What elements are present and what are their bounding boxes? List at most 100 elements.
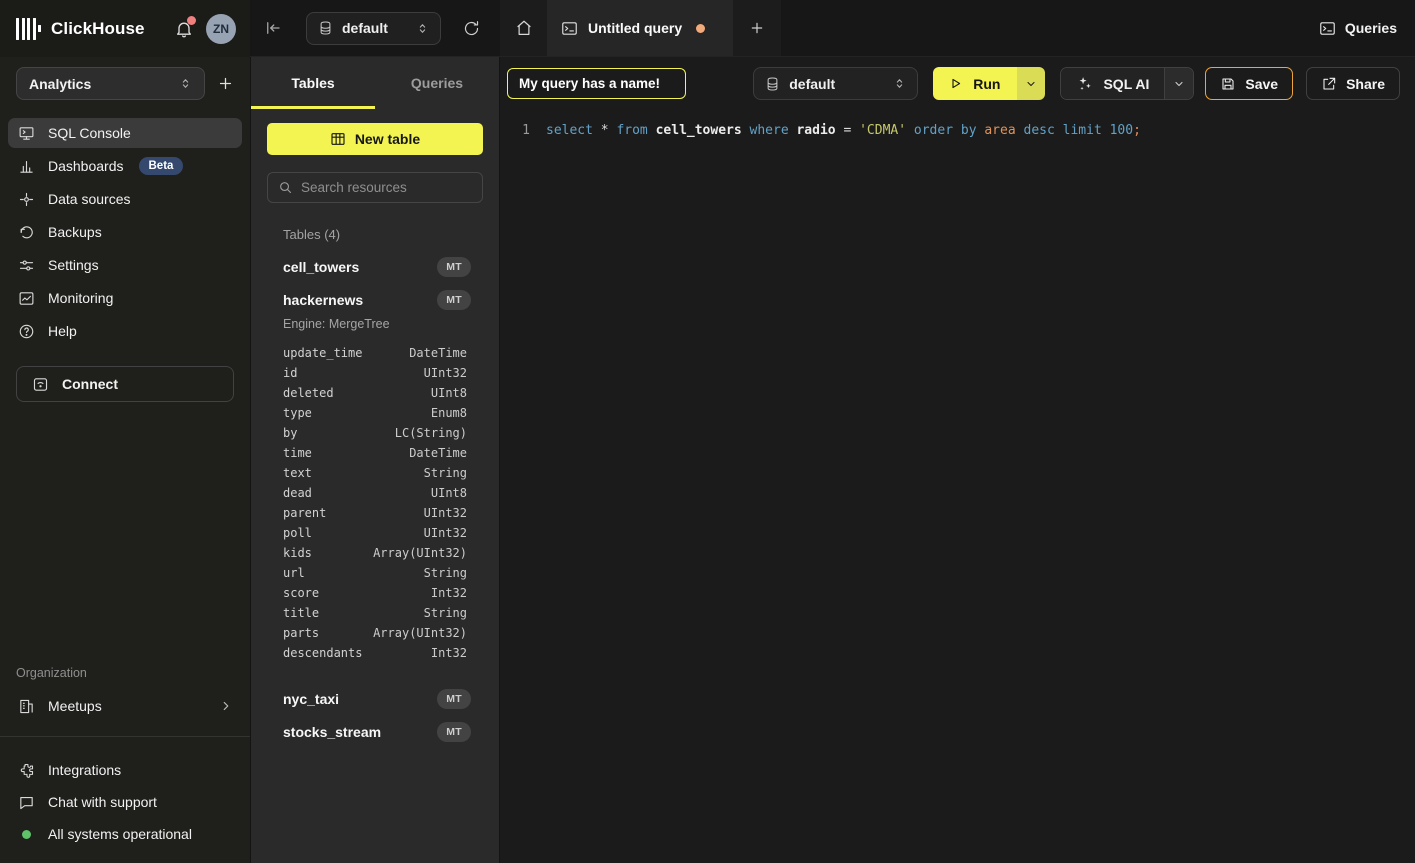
table-row-nyc_taxi[interactable]: nyc_taxiMT xyxy=(267,682,483,715)
refresh-button[interactable] xyxy=(463,20,480,37)
collapse-panel-button[interactable] xyxy=(264,19,282,37)
avatar[interactable]: ZN xyxy=(206,14,236,44)
sidebar-item-dashboards[interactable]: DashboardsBeta xyxy=(8,151,242,181)
table-name: cell_towers xyxy=(283,259,359,275)
table-engine: Engine: MergeTree xyxy=(267,317,483,331)
search-resources-box[interactable] xyxy=(267,172,483,203)
tab-queries[interactable]: Queries xyxy=(375,57,499,109)
column-row[interactable]: idUInt32 xyxy=(267,363,483,383)
table-row-hackernews[interactable]: hackernewsMT xyxy=(267,283,483,316)
sidebar-item-help[interactable]: Help xyxy=(8,316,242,346)
sidebar-item-sql-console[interactable]: SQL Console xyxy=(8,118,242,148)
column-row[interactable]: typeEnum8 xyxy=(267,403,483,423)
explorer-tabs: Tables Queries xyxy=(251,57,499,109)
column-row[interactable]: pollUInt32 xyxy=(267,523,483,543)
code-line: 1 select * from cell_towers where radio … xyxy=(500,121,1415,140)
sidebar-item-settings[interactable]: Settings xyxy=(8,250,242,280)
table-row-stocks_stream[interactable]: stocks_streamMT xyxy=(267,715,483,748)
sql-token: from xyxy=(616,123,647,138)
notifications-button[interactable] xyxy=(174,19,194,39)
sidebar-item-meetups[interactable]: Meetups xyxy=(8,690,242,722)
sidebar-footer-label: Chat with support xyxy=(48,794,157,810)
table-name: stocks_stream xyxy=(283,724,381,740)
add-workspace-button[interactable] xyxy=(217,75,234,92)
share-button[interactable]: Share xyxy=(1306,67,1400,100)
arrow-to-start-icon xyxy=(264,19,282,37)
run-options-button[interactable] xyxy=(1017,67,1045,100)
sql-token: desc xyxy=(1024,123,1055,138)
new-tab-button[interactable] xyxy=(733,0,781,56)
sql-token: 100 xyxy=(1110,123,1133,138)
header-mid: default xyxy=(250,0,500,57)
new-table-button[interactable]: New table xyxy=(267,123,483,155)
service-selector[interactable]: default xyxy=(306,12,441,45)
app-window: ClickHouse ZN default xyxy=(0,0,1415,863)
sql-ai-label: SQL AI xyxy=(1103,76,1149,92)
column-row[interactable]: partsArray(UInt32) xyxy=(267,623,483,643)
column-name: dead xyxy=(283,486,312,500)
tab-untitled-query[interactable]: Untitled query xyxy=(547,0,733,56)
sql-ai-button[interactable]: SQL AI xyxy=(1061,68,1164,99)
column-row[interactable]: kidsArray(UInt32) xyxy=(267,543,483,563)
workspace-selector[interactable]: Analytics xyxy=(16,67,205,100)
resource-explorer: Tables Queries New table Tables (4) cell… xyxy=(250,57,500,863)
table-row-cell_towers[interactable]: cell_towersMT xyxy=(267,250,483,283)
column-row[interactable]: byLC(String) xyxy=(267,423,483,443)
monitor-icon xyxy=(17,124,35,142)
building-icon xyxy=(17,697,35,715)
chevron-updown-icon xyxy=(416,21,429,36)
column-name: url xyxy=(283,566,305,580)
terminal-icon xyxy=(561,20,578,37)
column-row[interactable]: deadUInt8 xyxy=(267,483,483,503)
sql-token: = xyxy=(836,123,859,138)
sql-token: area xyxy=(984,123,1015,138)
sql-editor[interactable]: 1 select * from cell_towers where radio … xyxy=(500,110,1415,863)
bar-chart-icon xyxy=(17,157,35,175)
query-name-input[interactable] xyxy=(507,68,686,99)
column-row[interactable]: timeDateTime xyxy=(267,443,483,463)
queries-button[interactable]: Queries xyxy=(1301,0,1415,56)
sql-token: order xyxy=(914,123,953,138)
sql-token: limit xyxy=(1063,123,1102,138)
sql-token: radio xyxy=(796,123,835,138)
column-row[interactable]: parentUInt32 xyxy=(267,503,483,523)
sidebar-item-label: Settings xyxy=(48,257,99,273)
sql-token xyxy=(593,123,601,138)
column-row[interactable]: scoreInt32 xyxy=(267,583,483,603)
column-row[interactable]: update_timeDateTime xyxy=(267,343,483,363)
home-button[interactable] xyxy=(500,0,547,56)
database-selector[interactable]: default xyxy=(753,67,918,100)
sql-token: cell_towers xyxy=(656,123,742,138)
run-button[interactable]: Run xyxy=(933,67,1017,100)
column-row[interactable]: descendantsInt32 xyxy=(267,643,483,663)
status-dot xyxy=(22,830,31,839)
header-left: ClickHouse ZN xyxy=(0,0,250,57)
search-resources-input[interactable] xyxy=(301,180,472,195)
sidebar-item-system-status[interactable]: All systems operational xyxy=(8,819,242,849)
brand-title: ClickHouse xyxy=(51,19,145,39)
column-name: by xyxy=(283,426,297,440)
column-name: score xyxy=(283,586,319,600)
service-selector-value: default xyxy=(342,20,388,36)
connect-icon xyxy=(31,375,49,393)
column-row[interactable]: urlString xyxy=(267,563,483,583)
run-split-button: Run xyxy=(933,67,1045,100)
sql-ai-options-button[interactable] xyxy=(1164,68,1193,99)
connect-button[interactable]: Connect xyxy=(16,366,234,402)
save-button[interactable]: Save xyxy=(1205,67,1293,100)
sidebar-item-label: Dashboards xyxy=(48,158,124,174)
column-row[interactable]: textString xyxy=(267,463,483,483)
sidebar-item-integrations[interactable]: Integrations xyxy=(8,755,242,785)
column-type: UInt32 xyxy=(424,366,467,380)
sidebar-item-monitoring[interactable]: Monitoring xyxy=(8,283,242,313)
history-icon xyxy=(17,223,35,241)
sidebar-item-data-sources[interactable]: Data sources xyxy=(8,184,242,214)
chart-box-icon xyxy=(17,289,35,307)
column-row[interactable]: deletedUInt8 xyxy=(267,383,483,403)
sidebar-item-backups[interactable]: Backups xyxy=(8,217,242,247)
sidebar-item-chat-support[interactable]: Chat with support xyxy=(8,787,242,817)
column-name: update_time xyxy=(283,346,362,360)
tab-tables[interactable]: Tables xyxy=(251,57,375,109)
column-row[interactable]: titleString xyxy=(267,603,483,623)
column-type: UInt32 xyxy=(424,506,467,520)
